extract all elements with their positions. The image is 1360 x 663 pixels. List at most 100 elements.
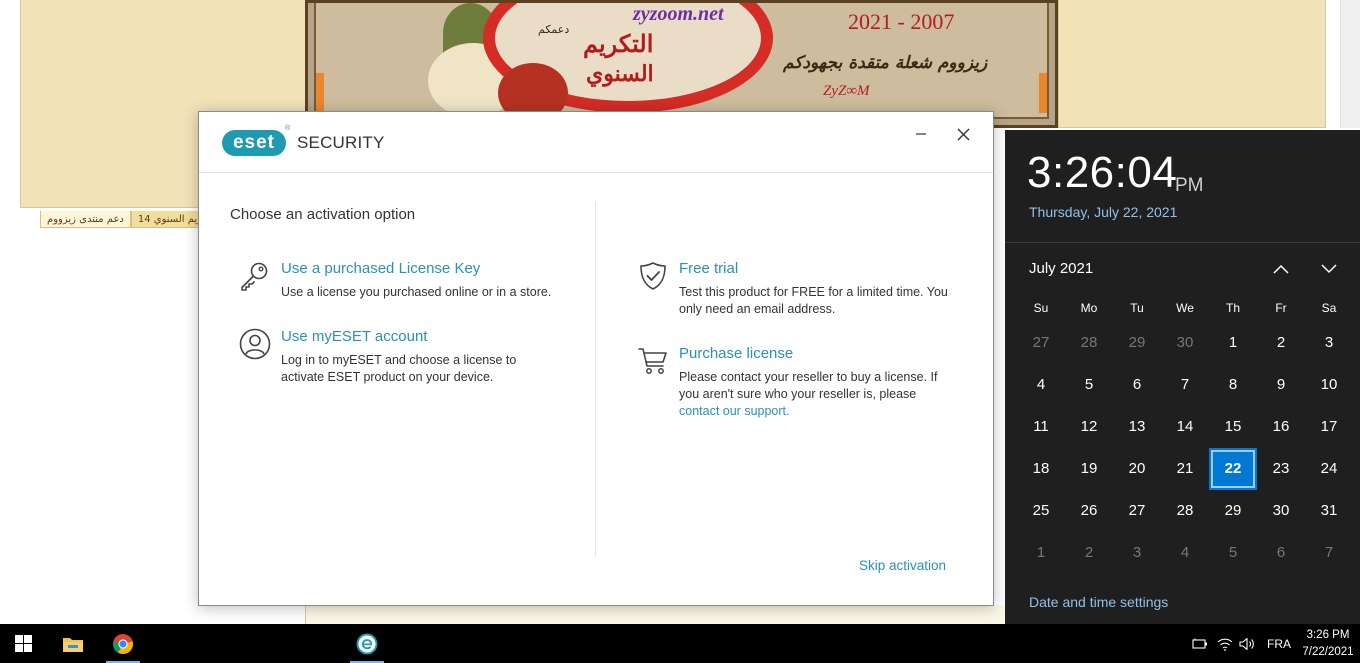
calendar-day[interactable]: 24 [1305,448,1353,490]
input-language-indicator[interactable]: FRA [1267,637,1291,651]
calendar-day[interactable]: 6 [1113,364,1161,406]
tray-hardware-icon[interactable] [1191,635,1209,653]
banner-years: 2021 - 2007 [848,9,955,34]
speaker-icon [1239,637,1254,651]
eset-taskbar-button[interactable] [348,624,386,663]
calendar-day[interactable]: 28 [1065,322,1113,364]
skip-activation-link[interactable]: Skip activation [859,558,946,573]
calendar-day[interactable]: 17 [1305,406,1353,448]
calendar-day[interactable]: 18 [1017,448,1065,490]
calendar-month-label[interactable]: July 2021 [1029,260,1093,277]
calendar-day[interactable]: 27 [1017,322,1065,364]
contact-support-link[interactable]: contact our support. [679,404,789,418]
eset-e-icon [356,633,378,654]
option-title[interactable]: Purchase license [679,345,793,362]
eset-activation-dialog: eset ® SECURITY Choose an activation opt… [198,111,994,606]
option-myeset-account[interactable]: Use myESET account Log in to myESET and … [239,328,579,398]
banner-signature: ZyZ∞M [823,83,870,99]
calendar-day[interactable]: 3 [1113,532,1161,574]
banner-title-line1: التكريم [583,29,654,58]
calendar-day[interactable]: 29 [1209,490,1257,532]
calendar-day[interactable]: 6 [1257,532,1305,574]
calendar-day[interactable]: 20 [1113,448,1161,490]
calendar-day[interactable]: 30 [1161,322,1209,364]
calendar-day[interactable]: 11 [1017,406,1065,448]
calendar-grid: Su Mo Tu We Th Fr Sa 27 28 29 30 1 2 3 4 5 6 7 8 9 10 11 12 13 1… [1017,294,1353,574]
calendar-day[interactable]: 25 [1017,490,1065,532]
option-free-trial[interactable]: Free trial Test this product for FREE fo… [637,260,977,330]
option-title[interactable]: Free trial [679,260,738,277]
calendar-day[interactable]: 5 [1065,364,1113,406]
clock-time: 3:26:04 [1027,148,1178,197]
calendar-day[interactable]: 31 [1305,490,1353,532]
option-license-key[interactable]: Use a purchased License Key Use a licens… [239,260,579,310]
weekday-header: Su [1033,301,1049,315]
calendar-day[interactable]: 15 [1209,406,1257,448]
clock-ampm: PM [1175,175,1204,196]
calendar-day[interactable]: 27 [1113,490,1161,532]
banner-slogan: زيزووم شعلة متقدة بجهودكم [783,53,988,73]
flyout-separator [1005,242,1360,243]
calendar-day[interactable]: 16 [1257,406,1305,448]
calendar-day[interactable]: 29 [1113,322,1161,364]
forum-tab[interactable]: دعم منتدى زيزووم [40,211,131,228]
file-explorer-button[interactable] [54,624,92,663]
option-description: Please contact your reseller to buy a li… [679,369,959,420]
calendar-day[interactable]: 2 [1065,532,1113,574]
next-month-button[interactable] [1315,256,1343,282]
calendar-day[interactable]: 13 [1113,406,1161,448]
option-title[interactable]: Use a purchased License Key [281,260,480,277]
calendar-day[interactable]: 2 [1257,322,1305,364]
calendar-day[interactable]: 28 [1161,490,1209,532]
calendar-day[interactable]: 8 [1209,364,1257,406]
folder-icon [63,637,83,652]
registered-mark: ® [285,125,291,132]
calendar-day[interactable]: 14 [1161,406,1209,448]
calendar-day-today[interactable]: 22 [1209,448,1257,490]
option-title[interactable]: Use myESET account [281,328,427,345]
calendar-day[interactable]: 23 [1257,448,1305,490]
weekday-header: We [1176,301,1194,315]
calendar-day[interactable]: 12 [1065,406,1113,448]
tray-network-icon[interactable] [1216,635,1234,653]
user-circle-icon [239,328,271,360]
calendar-day[interactable]: 7 [1161,364,1209,406]
clock-calendar-flyout: 3:26:04 PM Thursday, July 22, 2021 July … [1005,130,1360,624]
background-scrollbar[interactable] [1340,0,1360,128]
banner-small-text: دعمكم [538,23,570,36]
taskbar-clock[interactable]: 3:26 PM 7/22/2021 [1296,627,1360,661]
minimize-button[interactable] [907,120,935,148]
calendar-day[interactable]: 26 [1065,490,1113,532]
calendar-day[interactable]: 19 [1065,448,1113,490]
calendar-day[interactable]: 21 [1161,448,1209,490]
banner-site-name: zyzoom.net [633,3,724,25]
shopping-cart-icon [638,348,667,374]
calendar-day[interactable]: 9 [1257,364,1305,406]
calendar-day[interactable]: 10 [1305,364,1353,406]
date-time-settings-link[interactable]: Date and time settings [1029,594,1168,610]
dialog-subtitle: Choose an activation option [230,206,416,223]
calendar-day[interactable]: 5 [1209,532,1257,574]
taskbar-date: 7/22/2021 [1302,646,1354,658]
purchase-description-text: Please contact your reseller to buy a li… [679,370,938,401]
clock-full-date[interactable]: Thursday, July 22, 2021 [1029,204,1177,220]
calendar-day[interactable]: 3 [1305,322,1353,364]
calendar-day[interactable]: 7 [1305,532,1353,574]
calendar-day[interactable]: 4 [1161,532,1209,574]
tray-volume-icon[interactable] [1238,635,1256,653]
calendar-day[interactable]: 1 [1209,322,1257,364]
background-lower-area [305,605,1005,624]
chrome-button[interactable] [104,624,142,663]
eset-logo: eset [222,130,286,156]
start-button[interactable] [4,624,42,663]
option-purchase-license[interactable]: Purchase license Please contact your res… [637,345,977,435]
calendar-day[interactable]: 1 [1017,532,1065,574]
close-button[interactable] [949,120,977,148]
windows-logo-icon [14,635,32,652]
calendar-day[interactable]: 30 [1257,490,1305,532]
previous-month-button[interactable] [1267,256,1295,282]
chrome-icon [112,633,134,654]
option-description: Use a license you purchased online or in… [281,285,552,299]
calendar-day[interactable]: 4 [1017,364,1065,406]
weekday-header: Sa [1321,301,1337,315]
